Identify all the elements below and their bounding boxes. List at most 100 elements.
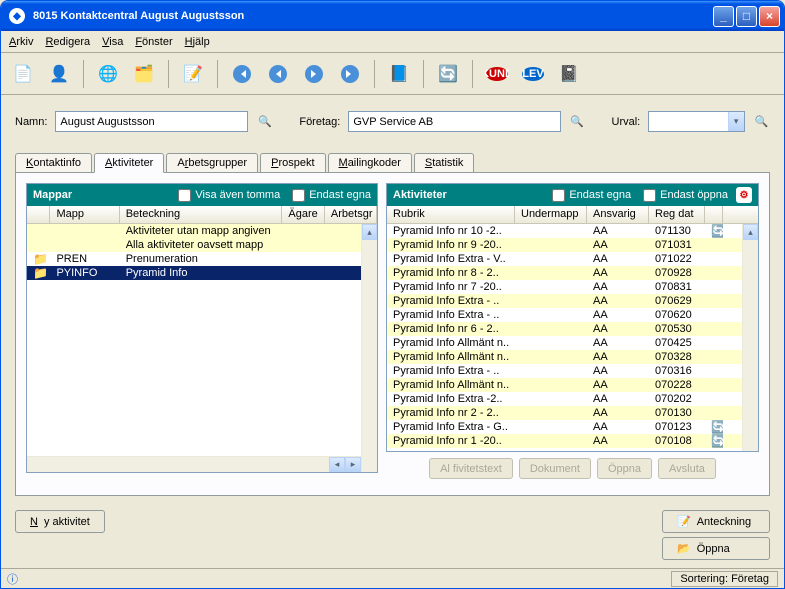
chk-visa-tomma[interactable]: Visa även tomma bbox=[178, 189, 280, 202]
activity-row[interactable]: Pyramid Info Allmänt n..AA070228 bbox=[387, 378, 758, 392]
tab-strip: Kontaktinfo Aktiviteter Arbetsgrupper Pr… bbox=[1, 152, 784, 172]
search-icon[interactable]: 🔍 bbox=[753, 113, 770, 131]
scroll-left-icon[interactable]: ◂ bbox=[329, 457, 345, 472]
titlebar: ◆ 8015 Kontaktcentral August Augustsson … bbox=[1, 1, 784, 31]
btn-oppna[interactable]: Öppna bbox=[597, 458, 652, 479]
activity-row[interactable]: Pyramid Info Allmänt n..AA070328 bbox=[387, 350, 758, 364]
col-undermapp[interactable]: Undermapp bbox=[515, 206, 587, 223]
col-arbetsgr[interactable]: Arbetsgr bbox=[325, 206, 377, 223]
refresh-icon[interactable]: 🔄 bbox=[434, 60, 462, 88]
activity-row[interactable]: Pyramid Info Allmänt n..AA070425 bbox=[387, 336, 758, 350]
nav-last-icon[interactable] bbox=[336, 60, 364, 88]
menu-visa[interactable]: Visa bbox=[102, 36, 123, 48]
row-action-icon[interactable]: 🔄 bbox=[705, 434, 723, 448]
window-title: 8015 Kontaktcentral August Augustsson bbox=[29, 10, 713, 22]
menu-fonster[interactable]: Fönster bbox=[135, 36, 172, 48]
book2-icon[interactable]: 📓 bbox=[555, 60, 583, 88]
search-icon[interactable]: 🔍 bbox=[569, 113, 586, 131]
col-mapp[interactable]: Mapp bbox=[50, 206, 119, 223]
chk-act-oppna[interactable]: Endast öppna bbox=[643, 189, 728, 202]
vscrollbar[interactable]: ▴ bbox=[361, 224, 377, 472]
col-regdat[interactable]: Reg dat bbox=[649, 206, 705, 223]
folders-header: Mappar Visa även tomma Endast egna bbox=[27, 184, 377, 206]
tab-mailingkoder[interactable]: Mailingkoder bbox=[328, 153, 412, 173]
nav-first-icon[interactable] bbox=[228, 60, 256, 88]
hscrollbar[interactable]: ◂ ▸ bbox=[27, 456, 361, 472]
menu-hjalp[interactable]: Hjälp bbox=[185, 36, 210, 48]
status-icon: ⓘ bbox=[7, 571, 18, 587]
tab-prospekt[interactable]: Prospekt bbox=[260, 153, 325, 173]
activity-row[interactable]: Pyramid Info Extra - V..AA071022 bbox=[387, 252, 758, 266]
btn-ny-aktivitet[interactable]: Ny aktivitet bbox=[15, 510, 105, 533]
scroll-right-icon[interactable]: ▸ bbox=[345, 457, 361, 472]
btn-fritext[interactable]: Al fivitetstext bbox=[429, 458, 513, 479]
chevron-down-icon[interactable]: ▾ bbox=[728, 112, 744, 131]
window-buttons: _ □ × bbox=[713, 6, 780, 27]
activity-row[interactable]: Pyramid Info nr 8 - 2..AA070928 bbox=[387, 266, 758, 280]
col-agare[interactable]: Ägare bbox=[282, 206, 325, 223]
menu-arkiv[interactable]: AArkivrkiv bbox=[9, 36, 33, 48]
folder-row[interactable]: 📁PYINFOPyramid Info bbox=[27, 266, 377, 280]
activity-row[interactable]: Pyramid Info nr 10 -2..AA071130🔄 bbox=[387, 224, 758, 238]
chk-endast-egna[interactable]: Endast egna bbox=[292, 189, 371, 202]
nav-next-icon[interactable] bbox=[300, 60, 328, 88]
activity-row[interactable]: Pyramid Info nr 1 -20..AA070108🔄 bbox=[387, 434, 758, 448]
foretag-input[interactable] bbox=[348, 111, 560, 132]
gear-icon[interactable]: ⚙ bbox=[736, 187, 752, 203]
separator bbox=[423, 60, 424, 88]
vscrollbar[interactable]: ▴ bbox=[742, 224, 758, 451]
chk-act-egna[interactable]: Endast egna bbox=[552, 189, 631, 202]
foretag-label: Företag: bbox=[299, 116, 340, 128]
bottom-buttons: Ny aktivitet 📝 Anteckning 📂 Öppna bbox=[1, 502, 784, 568]
activity-row[interactable]: Pyramid Info Extra - G..AA070123🔄 bbox=[387, 420, 758, 434]
new-doc-icon[interactable]: 📄 bbox=[9, 60, 37, 88]
menubar: AArkivrkiv Redigera Visa Fönster Hjälp bbox=[1, 31, 784, 53]
activity-row[interactable]: Pyramid Info nr 7 -20..AA070831 bbox=[387, 280, 758, 294]
tab-arbetsgrupper[interactable]: Arbetsgrupper bbox=[166, 153, 258, 173]
activity-row[interactable]: Pyramid Info Extra - ..AA070629 bbox=[387, 294, 758, 308]
namn-input[interactable] bbox=[55, 111, 248, 132]
activity-row[interactable]: Pyramid Info Extra -2..AA070202 bbox=[387, 392, 758, 406]
btn-dokument[interactable]: Dokument bbox=[519, 458, 591, 479]
menu-redigera[interactable]: Redigera bbox=[45, 36, 90, 48]
activity-row[interactable]: Pyramid Info Extra - ..AA070316 bbox=[387, 364, 758, 378]
close-button[interactable]: × bbox=[759, 6, 780, 27]
minimize-button[interactable]: _ bbox=[713, 6, 734, 27]
toolbar: 📄 👤 🌐 🗂️ 📝 📘 🔄 KUND LEV 📓 bbox=[1, 53, 784, 95]
col-ansvarig[interactable]: Ansvarig bbox=[587, 206, 649, 223]
scroll-up-icon[interactable]: ▴ bbox=[743, 224, 758, 240]
folder-icon: 📁 bbox=[33, 266, 48, 280]
tab-statistik[interactable]: Statistik bbox=[414, 153, 475, 173]
activity-row[interactable]: Pyramid Info Extra - ..AA070620 bbox=[387, 308, 758, 322]
activity-row[interactable]: Pyramid Info nr 9 -20..AA071031 bbox=[387, 238, 758, 252]
contact-card-icon[interactable]: 🗂️ bbox=[130, 60, 158, 88]
folder-row[interactable]: Alla aktiviteter oavsett mapp bbox=[27, 238, 377, 252]
col-beteckning[interactable]: Beteckning bbox=[120, 206, 283, 223]
activities-header: Aktiviteter Endast egna Endast öppna ⚙ bbox=[387, 184, 758, 206]
lev-badge-icon[interactable]: LEV bbox=[519, 60, 547, 88]
folder-row[interactable]: 📁PRENPrenumeration bbox=[27, 252, 377, 266]
add-user-icon[interactable]: 👤 bbox=[45, 60, 73, 88]
scroll-up-icon[interactable]: ▴ bbox=[362, 224, 377, 240]
urval-combo[interactable]: ▾ bbox=[648, 111, 744, 132]
btn-oppna-main[interactable]: 📂 Öppna bbox=[662, 537, 770, 560]
search-icon[interactable]: 🔍 bbox=[256, 113, 273, 131]
row-action-icon[interactable]: 🔄 bbox=[705, 224, 723, 238]
folder-row[interactable]: Aktiviteter utan mapp angiven bbox=[27, 224, 377, 238]
activity-row[interactable]: Pyramid Info nr 6 - 2..AA070530 bbox=[387, 322, 758, 336]
activity-row[interactable]: Pyramid Info nr 2 - 2..AA070130 bbox=[387, 406, 758, 420]
edit-icon[interactable]: 📝 bbox=[179, 60, 207, 88]
kund-badge-icon[interactable]: KUND bbox=[483, 60, 511, 88]
maximize-button[interactable]: □ bbox=[736, 6, 757, 27]
row-action-icon[interactable]: 🔄 bbox=[705, 420, 723, 434]
tab-aktiviteter[interactable]: Aktiviteter bbox=[94, 153, 164, 173]
btn-anteckning[interactable]: 📝 Anteckning bbox=[662, 510, 770, 533]
tab-kontaktinfo[interactable]: Kontaktinfo bbox=[15, 153, 92, 173]
globe-icon[interactable]: 🌐 bbox=[94, 60, 122, 88]
activities-grid-head: Rubrik Undermapp Ansvarig Reg dat bbox=[387, 206, 758, 224]
nav-prev-icon[interactable] bbox=[264, 60, 292, 88]
book-icon[interactable]: 📘 bbox=[385, 60, 413, 88]
namn-label: Namn: bbox=[15, 116, 47, 128]
col-rubrik[interactable]: Rubrik bbox=[387, 206, 515, 223]
btn-avsluta[interactable]: Avsluta bbox=[658, 458, 716, 479]
